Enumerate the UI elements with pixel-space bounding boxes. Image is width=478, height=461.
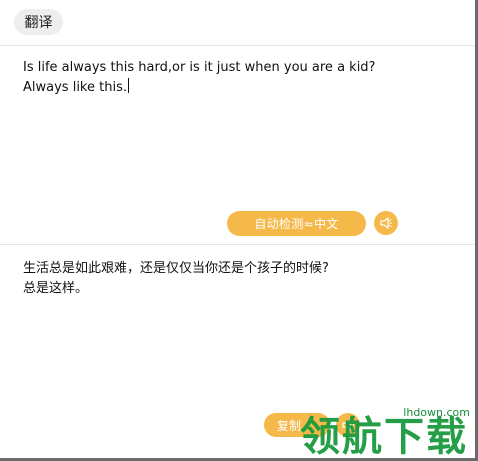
source-text-input[interactable]: Is life always this hard,or is it just w… [23, 58, 463, 98]
watermark-url: lhdown.com [403, 406, 470, 419]
text-caret [127, 78, 129, 93]
speaker-icon [380, 217, 392, 229]
source-speak-button[interactable] [374, 211, 398, 235]
section-divider [0, 244, 475, 245]
language-select-button[interactable]: 自动检测≈中文 [227, 211, 366, 236]
translation-output: 生活总是如此艰难，还是仅仅当你还是个孩子的时候? 总是这样。 [23, 261, 329, 296]
tab-translate[interactable]: 翻译 [14, 9, 63, 35]
translator-window: 翻译 Is life always this hard,or is it jus… [0, 0, 478, 461]
watermark: 领航下载 lhdown.com [300, 396, 470, 460]
header-divider [0, 45, 475, 46]
source-text-content: Is life always this hard,or is it just w… [23, 60, 376, 95]
